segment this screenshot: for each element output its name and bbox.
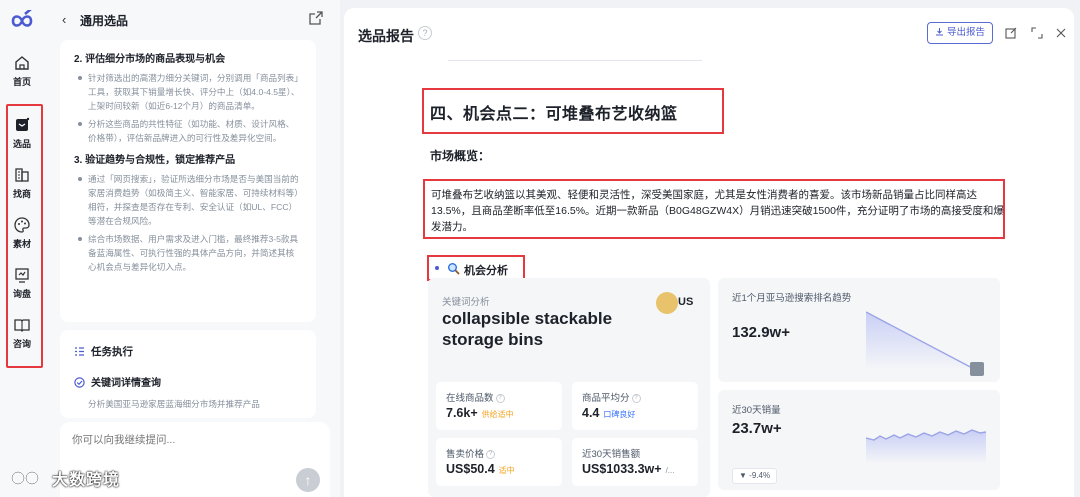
stat-30d-revenue: 近30天销售额 US$1033.3w+/... — [572, 438, 698, 486]
stat-value: US$50.4 适中 — [446, 462, 515, 476]
plan-bullet: 综合市场数据、用户需求及进入门槛，最终推荐3-5款具备蓝海属性、可执行性强的具体… — [74, 232, 302, 274]
stat-online-items: 在线商品数? 7.6k+ 供给适中 — [436, 382, 562, 430]
task-list-icon — [75, 347, 84, 356]
export-label: 导出报告 — [946, 27, 985, 38]
task-heading-text: 任务执行 — [91, 346, 133, 358]
help-icon[interactable]: ? — [418, 26, 432, 40]
expand-chart-icon — [970, 362, 984, 376]
country-code: US — [678, 296, 694, 308]
check-circle-icon — [74, 377, 85, 388]
send-button[interactable]: ↑ — [296, 468, 320, 492]
stat-label: 商品平均分? — [582, 390, 641, 404]
task-item[interactable]: 关键词详情查询 — [74, 374, 161, 389]
market-heading: 市场概览： — [430, 149, 491, 163]
keyword-term[interactable]: collapsible stackable storage bins — [442, 308, 642, 350]
rank-trend-caption: 近1个月亚马逊搜索排名趋势 — [732, 293, 852, 304]
section-heading-box: 四、机会点二：可堆叠布艺收纳篮 — [422, 88, 724, 134]
watermark-text: 大数跨境 — [52, 472, 121, 489]
close-icon[interactable] — [1054, 26, 1068, 40]
stat-value: 7.6k+ 供给适中 — [446, 406, 514, 420]
rank-trend-card: 近1个月亚马逊搜索排名趋势 132.9w+ — [718, 278, 1000, 382]
help-icon[interactable]: ? — [631, 393, 641, 403]
stat-label: 近30天销售额 — [582, 449, 641, 460]
opportunity-heading: 机会分析 — [464, 265, 508, 277]
plan-section-heading: 2. 评估细分市场的商品表现与机会 — [74, 54, 226, 65]
export-report-button[interactable]: 导出报告 — [927, 22, 993, 44]
plan-section-heading: 3. 验证趋势与合规性，锁定推荐产品 — [74, 155, 236, 166]
report-panel: 选品报告 ? 导出报告 四、机会点二：可堆叠布艺收纳篮 市场概览： 可堆叠布艺收… — [344, 8, 1074, 497]
app-logo-icon[interactable] — [10, 10, 34, 32]
stat-label: 售卖价格? — [446, 446, 496, 460]
rank-trend-value: 132.9w+ — [732, 324, 790, 341]
rail-item-home[interactable]: 首页 — [0, 54, 44, 88]
home-icon — [15, 56, 29, 70]
stat-value: US$1033.3w+/... — [582, 462, 675, 476]
back-chevron-icon[interactable]: ‹ — [62, 12, 66, 27]
sales-trend-card: 近30天销量 23.7w+ ▼ -9.4% — [718, 390, 1000, 490]
down-triangle-icon: ▼ — [739, 471, 747, 480]
task-heading: 任务执行 — [74, 344, 133, 359]
report-title: 选品报告 — [358, 28, 414, 44]
market-text-box: 可堆叠布艺收纳篮以其美观、轻便和灵活性，深受美国家庭，尤其是女性消费者的喜爱。该… — [423, 179, 1005, 239]
task-subtext: 分析美国亚马逊家居蓝海细分市场并推荐产品 — [88, 399, 260, 409]
plan-bullet: 分析这些商品的共性特征（如功能、材质、设计风格、价格带），评估新品牌进入的可行性… — [74, 117, 302, 145]
plan-bullet: 通过「网页搜索」，验证所选细分市场是否与美国当前的家居消费趋势（如极简主义、智能… — [74, 172, 302, 228]
left-rail: 首页 选品 找商 素材 询盘 咨询 — [0, 0, 44, 497]
rank-trend-sparkline — [866, 311, 984, 376]
task-card: 任务执行 关键词详情查询 分析美国亚马逊家居蓝海细分市场并推荐产品 — [60, 330, 316, 418]
chat-input[interactable] — [72, 434, 312, 446]
stat-label: 在线商品数? — [446, 390, 505, 404]
share-external-icon[interactable] — [308, 10, 324, 26]
sales-change-badge: ▼ -9.4% — [732, 468, 778, 484]
stat-tag: 供给适中 — [481, 410, 514, 419]
sales-trend-value: 23.7w+ — [732, 420, 782, 437]
plan-bullet: 针对筛选出的高潜力细分关键词，分别调用「商品列表」工具，获取其下销量增长快、评分… — [74, 71, 302, 113]
sales-trend-caption: 近30天销量 — [732, 405, 781, 416]
market-text: 可堆叠布艺收纳篮以其美观、轻便和灵活性，深受美国家庭，尤其是女性消费者的喜爱。该… — [431, 189, 1004, 233]
sales-change-value: -9.4% — [749, 471, 771, 480]
bullet-dot — [435, 266, 439, 270]
plan-card: 2. 评估细分市场的商品表现与机会 针对筛选出的高潜力细分关键词，分别调用「商品… — [60, 40, 316, 322]
help-icon[interactable]: ? — [495, 393, 505, 403]
section-heading: 四、机会点二：可堆叠布艺收纳篮 — [430, 106, 678, 123]
magnifier-icon — [448, 263, 460, 275]
stat-tag: 适中 — [498, 466, 515, 475]
sales-trend-sparkline — [866, 429, 987, 464]
stat-avg-rating: 商品平均分? 4.4 口碑良好 — [572, 382, 698, 430]
chat-header: ‹ 通用选品 — [58, 10, 328, 30]
rail-highlight-box — [6, 104, 43, 368]
task-item-text: 关键词详情查询 — [91, 378, 161, 389]
us-flag-icon — [656, 292, 678, 314]
help-icon[interactable]: ? — [486, 449, 496, 459]
stat-price: 售卖价格? US$50.4 适中 — [436, 438, 562, 486]
keyword-caption: 关键词分析 — [442, 297, 490, 308]
stat-tag: /... — [665, 466, 675, 475]
edit-icon[interactable] — [1004, 26, 1018, 40]
rail-item-label: 首页 — [12, 77, 31, 87]
chat-title: 通用选品 — [80, 14, 129, 28]
divider — [448, 60, 702, 61]
fullscreen-icon[interactable] — [1030, 26, 1044, 40]
stat-tag: 口碑良好 — [603, 410, 636, 419]
download-icon — [935, 28, 943, 36]
keyword-card: 关键词分析 collapsible stackable storage bins… — [428, 278, 710, 497]
stat-value: 4.4 口碑良好 — [582, 406, 636, 420]
arrow-up-icon: ↑ — [304, 472, 312, 488]
watermark-logo-icon — [11, 471, 39, 485]
